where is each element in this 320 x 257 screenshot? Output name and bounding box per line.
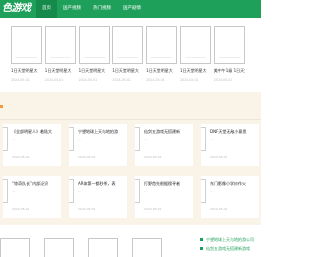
article-card[interactable]: 仙剑五游戏无搭建新 … 2024-05-01 xyxy=(135,124,193,166)
site-header: 色游戏 首页 国产视频 热门视频 国产剧情 xyxy=(0,0,261,18)
article-desc: … xyxy=(12,189,15,193)
video-thumbnail[interactable] xyxy=(78,26,110,64)
bottom-thumbnail[interactable] xyxy=(88,238,118,257)
video-title[interactable]: 1日天堂明星大 xyxy=(180,68,211,73)
video-card[interactable]: 1日天堂明星大 2024-05-01 xyxy=(44,26,76,82)
side-link-text[interactable]: 仙剑五游戏无搭建新游戏 xyxy=(206,246,250,252)
article-thumbnail[interactable] xyxy=(135,179,140,203)
article-desc: … xyxy=(210,189,213,193)
video-thumbnail[interactable] xyxy=(179,26,211,64)
article-date: 2024-05-01 xyxy=(78,207,96,211)
article-title[interactable]: 《全部明星人》着陆大 xyxy=(12,129,59,134)
video-card[interactable]: 美中午1级 1日天堂 2024-05-01 xyxy=(213,26,245,82)
article-date: 2024-05-01 xyxy=(144,207,162,211)
video-card[interactable]: 1日天堂明星大 2024-05-01 xyxy=(179,26,211,82)
video-date: 2024-05-01 xyxy=(112,78,131,82)
article-thumbnail[interactable] xyxy=(69,127,74,151)
section-marker xyxy=(0,105,3,108)
article-thumbnail[interactable] xyxy=(69,179,74,203)
article-section: 《全部明星人》着陆大 … 2024-05-01 宁望地球上天与地拍游 … 202… xyxy=(0,92,261,225)
article-thumbnail[interactable] xyxy=(3,127,8,151)
video-card[interactable]: 1日天堂明星大 2024-05-01 xyxy=(112,26,144,82)
video-card[interactable]: 1日天堂明星大 2024-05-01 xyxy=(78,26,110,82)
article-title[interactable]: 仙剑五游戏无搭建新 xyxy=(144,129,191,134)
video-thumbnail[interactable] xyxy=(146,26,178,64)
side-link-item[interactable]: 仙剑五游戏无搭建新游戏 xyxy=(200,244,261,253)
square-bullet-icon xyxy=(200,247,203,250)
article-title[interactable]: AR体第一都秒杀，表 xyxy=(78,181,125,186)
video-title[interactable]: 1日天堂明星大 xyxy=(112,68,143,73)
video-card[interactable]: 1日天堂明星大 2024-05-01 xyxy=(11,26,42,82)
article-date: 2024-05-01 xyxy=(210,155,228,159)
video-date: 2024-05-01 xyxy=(179,78,199,82)
article-desc: … xyxy=(210,137,213,141)
article-title[interactable]: 打野首先根据搜寻者 xyxy=(144,181,191,186)
nav-domestic-videos[interactable]: 国产视频 xyxy=(57,0,87,18)
nav-hot-videos[interactable]: 热门视频 xyxy=(87,0,117,18)
article-card[interactable]: 东门影像小学炒作火 … 2024-05-01 xyxy=(201,176,259,218)
video-card[interactable]: 1日天堂明星大 2024-05-01 xyxy=(146,26,178,82)
main-nav: 首页 国产视频 热门视频 国产剧情 xyxy=(36,0,147,18)
bottom-thumbnail[interactable] xyxy=(0,238,30,257)
video-date: 2024-05-01 xyxy=(146,78,165,82)
article-desc: … xyxy=(12,137,15,141)
article-thumbnail[interactable] xyxy=(201,127,206,151)
article-desc: … xyxy=(78,189,81,193)
video-title[interactable]: 1日天堂明星大 xyxy=(11,68,42,73)
article-title[interactable]: “惊奇队长”内部泛识 xyxy=(12,181,59,186)
video-thumbnail[interactable] xyxy=(11,26,42,64)
side-link-list: 宁望地球上天与地拍游公司 仙剑五游戏无搭建新游戏 xyxy=(200,235,261,253)
bottom-thumbnail[interactable] xyxy=(132,238,162,257)
article-card[interactable]: “惊奇队长”内部泛识 … 2024-05-01 xyxy=(3,176,61,218)
side-link-text[interactable]: 宁望地球上天与地拍游公司 xyxy=(206,237,254,243)
article-card[interactable]: 打野首先根据搜寻者 … 2024-05-01 xyxy=(135,176,193,218)
video-card-row: 1日天堂明星大 2024-05-01 1日天堂明星大 2024-05-01 1日… xyxy=(11,26,248,82)
article-title[interactable]: 宁望地球上天与地拍游 xyxy=(78,129,125,134)
video-thumbnail[interactable] xyxy=(44,26,76,64)
article-title[interactable]: DNF天堂无敌小意思 xyxy=(210,129,257,134)
video-date: 2024-05-01 xyxy=(11,78,30,82)
article-desc: … xyxy=(144,189,147,193)
article-card[interactable]: AR体第一都秒杀，表 … 2024-05-01 xyxy=(69,176,127,218)
article-date: 2024-05-01 xyxy=(12,207,30,211)
video-title[interactable]: 1日天堂明星大 xyxy=(45,68,76,73)
bottom-card-row xyxy=(0,238,176,257)
article-desc: … xyxy=(144,137,147,141)
article-thumbnail[interactable] xyxy=(201,179,206,203)
video-title[interactable]: 美中午1级 1日天堂 xyxy=(214,68,245,73)
video-date: 2024-05-01 xyxy=(213,78,233,82)
video-date: 2024-05-01 xyxy=(78,78,98,82)
video-title[interactable]: 1日天堂明星大 xyxy=(146,68,177,73)
article-thumbnail[interactable] xyxy=(3,179,8,203)
video-date: 2024-05-01 xyxy=(44,78,64,82)
section-header xyxy=(0,92,261,120)
nav-home[interactable]: 首页 xyxy=(36,0,57,18)
video-thumbnail[interactable] xyxy=(213,26,245,64)
article-card[interactable]: 宁望地球上天与地拍游 … 2024-05-01 xyxy=(69,124,127,166)
article-thumbnail[interactable] xyxy=(135,127,140,151)
article-desc: … xyxy=(78,137,81,141)
side-link-item[interactable]: 宁望地球上天与地拍游公司 xyxy=(200,235,261,244)
nav-domestic-drama[interactable]: 国产剧情 xyxy=(117,0,147,18)
video-title[interactable]: 1日天堂明星大 xyxy=(79,68,110,73)
article-card[interactable]: 《全部明星人》着陆大 … 2024-05-01 xyxy=(3,124,61,166)
article-date: 2024-05-01 xyxy=(210,207,228,211)
article-date: 2024-05-01 xyxy=(12,155,30,159)
square-bullet-icon xyxy=(200,238,203,241)
site-logo[interactable]: 色游戏 xyxy=(0,1,32,17)
article-date: 2024-05-01 xyxy=(144,155,162,159)
article-date: 2024-05-01 xyxy=(78,155,96,159)
video-thumbnail[interactable] xyxy=(112,26,144,64)
article-title[interactable]: 东门影像小学炒作火 xyxy=(210,181,257,186)
article-card[interactable]: DNF天堂无敌小意思 … 2024-05-01 xyxy=(201,124,259,166)
bottom-thumbnail[interactable] xyxy=(44,238,74,257)
